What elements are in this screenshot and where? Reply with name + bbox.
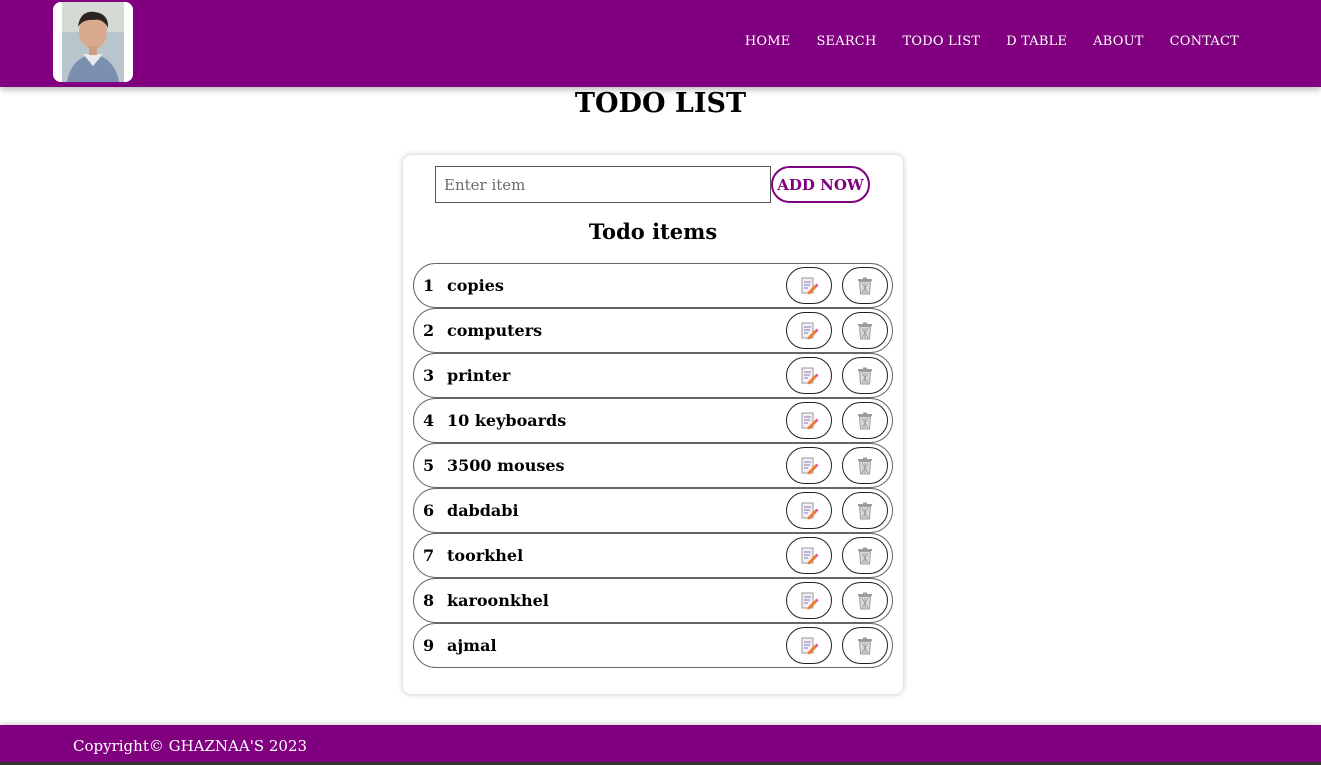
edit-icon bbox=[799, 366, 819, 386]
edit-icon bbox=[799, 411, 819, 431]
edit-button[interactable] bbox=[786, 537, 832, 574]
profile-photo-icon bbox=[53, 2, 133, 82]
edit-icon bbox=[799, 591, 819, 611]
delete-button[interactable] bbox=[842, 582, 888, 619]
trash-icon bbox=[855, 411, 875, 431]
todo-text: karoonkhel bbox=[447, 591, 549, 610]
main-nav: HOME SEARCH TODO LIST D TABLE ABOUT CONTACT bbox=[745, 34, 1239, 49]
edit-button[interactable] bbox=[786, 582, 832, 619]
todo-text: 10 keyboards bbox=[447, 411, 567, 430]
todo-card: ADD NOW Todo items 1 copies 2 computers 3 pri… bbox=[403, 155, 903, 694]
trash-icon bbox=[855, 636, 875, 656]
todo-index: 1 bbox=[423, 276, 435, 295]
trash-icon bbox=[855, 456, 875, 476]
todo-row: 7 toorkhel bbox=[413, 533, 893, 578]
profile-logo[interactable] bbox=[53, 2, 133, 82]
nav-contact[interactable]: CONTACT bbox=[1170, 34, 1239, 49]
delete-button[interactable] bbox=[842, 627, 888, 664]
trash-icon bbox=[855, 501, 875, 521]
add-now-button[interactable]: ADD NOW bbox=[771, 166, 870, 203]
edit-button[interactable] bbox=[786, 312, 832, 349]
todo-index: 8 bbox=[423, 591, 435, 610]
todo-list: 1 copies 2 computers 3 printer 4 10 keyboards 5 3… bbox=[413, 263, 893, 668]
trash-icon bbox=[855, 321, 875, 341]
todo-row: 5 3500 mouses bbox=[413, 443, 893, 488]
nav-d-table[interactable]: D TABLE bbox=[1006, 34, 1067, 49]
nav-search[interactable]: SEARCH bbox=[816, 34, 876, 49]
delete-button[interactable] bbox=[842, 537, 888, 574]
todo-row: 2 computers bbox=[413, 308, 893, 353]
todo-row: 1 copies bbox=[413, 263, 893, 308]
todo-items-heading: Todo items bbox=[588, 219, 718, 244]
edit-button[interactable] bbox=[786, 402, 832, 439]
edit-icon bbox=[799, 636, 819, 656]
edit-button[interactable] bbox=[786, 267, 832, 304]
page-title: TODO LIST bbox=[574, 88, 747, 119]
todo-index: 2 bbox=[423, 321, 435, 340]
todo-index: 5 bbox=[423, 456, 435, 475]
todo-index: 3 bbox=[423, 366, 435, 385]
todo-index: 9 bbox=[423, 636, 435, 655]
edit-button[interactable] bbox=[786, 492, 832, 529]
delete-button[interactable] bbox=[842, 402, 888, 439]
todo-row: 8 karoonkhel bbox=[413, 578, 893, 623]
edit-icon bbox=[799, 456, 819, 476]
todo-text: copies bbox=[447, 276, 504, 295]
top-navbar: HOME SEARCH TODO LIST D TABLE ABOUT CONTACT bbox=[0, 0, 1321, 87]
edit-icon bbox=[799, 276, 819, 296]
edit-button[interactable] bbox=[786, 357, 832, 394]
nav-about[interactable]: ABOUT bbox=[1093, 34, 1143, 49]
nav-home[interactable]: HOME bbox=[745, 34, 791, 49]
todo-text: computers bbox=[447, 321, 543, 340]
edit-button[interactable] bbox=[786, 627, 832, 664]
todo-index: 6 bbox=[423, 501, 435, 520]
todo-text: toorkhel bbox=[447, 546, 524, 565]
todo-index: 7 bbox=[423, 546, 435, 565]
edit-icon bbox=[799, 546, 819, 566]
todo-text: 3500 mouses bbox=[447, 456, 565, 475]
todo-text: ajmal bbox=[447, 636, 497, 655]
todo-row: 9 ajmal bbox=[413, 623, 893, 668]
delete-button[interactable] bbox=[842, 447, 888, 484]
item-input[interactable] bbox=[435, 166, 771, 203]
copyright-text: Copyright© GHAZNAA'S 2023 bbox=[73, 737, 308, 755]
delete-button[interactable] bbox=[842, 267, 888, 304]
delete-button[interactable] bbox=[842, 312, 888, 349]
edit-icon bbox=[799, 321, 819, 341]
edit-button[interactable] bbox=[786, 447, 832, 484]
todo-index: 4 bbox=[423, 411, 435, 430]
trash-icon bbox=[855, 366, 875, 386]
todo-text: printer bbox=[447, 366, 511, 385]
trash-icon bbox=[855, 591, 875, 611]
trash-icon bbox=[855, 546, 875, 566]
trash-icon bbox=[855, 276, 875, 296]
todo-row: 3 printer bbox=[413, 353, 893, 398]
todo-text: dabdabi bbox=[447, 501, 519, 520]
todo-row: 6 dabdabi bbox=[413, 488, 893, 533]
nav-todo-list[interactable]: TODO LIST bbox=[903, 34, 981, 49]
todo-row: 4 10 keyboards bbox=[413, 398, 893, 443]
footer: Copyright© GHAZNAA'S 2023 bbox=[0, 725, 1321, 765]
delete-button[interactable] bbox=[842, 492, 888, 529]
edit-icon bbox=[799, 501, 819, 521]
delete-button[interactable] bbox=[842, 357, 888, 394]
